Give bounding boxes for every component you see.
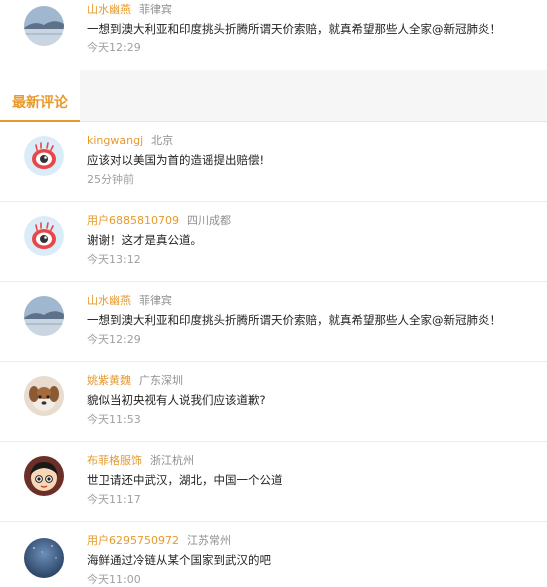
comment-meta: 山水幽燕 菲律宾	[87, 3, 172, 17]
comment-text: 一想到澳大利亚和印度挑头折腾所谓天价索赔，就真希望那些人全家@新冠肺炎！	[87, 313, 501, 327]
location: 广东深圳	[139, 374, 183, 387]
comment-meta: 山水幽燕 菲律宾	[87, 294, 172, 308]
avatar-lake[interactable]	[24, 296, 64, 336]
cartoon-boy-icon	[24, 456, 64, 496]
avatar-cartoon[interactable]	[24, 456, 64, 496]
comment-item: 山水幽燕 菲律宾 一想到澳大利亚和印度挑头折腾所谓天价索赔，就真希望那些人全家@新…	[0, 0, 547, 70]
night-sky-icon	[24, 538, 64, 578]
comment-item: kingwangj 北京 应该对以美国为首的造谣提出赔偿! 25分钟前	[0, 122, 547, 202]
username[interactable]: kingwangj	[87, 134, 143, 147]
comment-item: 姚紫黄魏 广东深圳 貌似当初央视有人说我们应该道歉? 今天11:53	[0, 362, 547, 442]
comment-time: 今天12:29	[87, 41, 141, 54]
username[interactable]: 布菲格服饰	[87, 454, 142, 467]
location: 北京	[151, 134, 174, 147]
username[interactable]: 姚紫黄魏	[87, 374, 131, 387]
location: 菲律宾	[139, 294, 172, 307]
username[interactable]: 用户6295750972	[87, 534, 179, 547]
comment-meta: 布菲格服饰 浙江杭州	[87, 454, 194, 468]
comment-meta: kingwangj 北京	[87, 134, 173, 148]
avatar-puppy[interactable]	[24, 376, 64, 416]
weibo-eye-icon	[24, 216, 64, 256]
avatar-weibo[interactable]	[24, 136, 64, 176]
username[interactable]: 山水幽燕	[87, 3, 131, 16]
lake-landscape-icon	[24, 6, 64, 46]
comment-time: 今天11:17	[87, 493, 141, 506]
avatar-weibo[interactable]	[24, 216, 64, 256]
comment-time: 今天13:12	[87, 253, 141, 266]
avatar-lake[interactable]	[24, 6, 64, 46]
username[interactable]: 山水幽燕	[87, 294, 131, 307]
comment-item: 用户6885810709 四川成都 谢谢！这才是真公道。 今天13:12	[0, 202, 547, 282]
comment-time: 今天12:29	[87, 333, 141, 346]
lake-landscape-icon	[24, 296, 64, 336]
comment-text: 谢谢！这才是真公道。	[87, 233, 202, 247]
comment-item: 布菲格服饰 浙江杭州 世卫请还中武汉，湖北，中国一个公道 今天11:17	[0, 442, 547, 522]
section-title: 最新评论	[0, 70, 80, 122]
comment-text: 应该对以美国为首的造谣提出赔偿!	[87, 153, 265, 167]
comment-text: 海鲜通过冷链从某个国家到武汉的吧	[87, 553, 271, 567]
comment-meta: 用户6295750972 江苏常州	[87, 534, 231, 548]
puppy-icon	[24, 376, 64, 416]
location: 四川成都	[187, 214, 231, 227]
comment-text: 世卫请还中武汉，湖北，中国一个公道	[87, 473, 283, 487]
location: 菲律宾	[139, 3, 172, 16]
weibo-eye-icon	[24, 136, 64, 176]
username[interactable]: 用户6885810709	[87, 214, 179, 227]
comment-time: 今天11:53	[87, 413, 141, 426]
comment-time: 今天11:00	[87, 573, 141, 586]
comment-item: 山水幽燕 菲律宾 一想到澳大利亚和印度挑头折腾所谓天价索赔，就真希望那些人全家@新…	[0, 282, 547, 362]
comment-time: 25分钟前	[87, 173, 134, 186]
section-header: 最新评论	[0, 70, 547, 122]
location: 浙江杭州	[150, 454, 194, 467]
comment-text: 一想到澳大利亚和印度挑头折腾所谓天价索赔，就真希望那些人全家@新冠肺炎！	[87, 22, 501, 36]
comment-text: 貌似当初央视有人说我们应该道歉?	[87, 393, 266, 407]
comment-item: 用户6295750972 江苏常州 海鲜通过冷链从某个国家到武汉的吧 今天11:0…	[0, 522, 547, 586]
location: 江苏常州	[187, 534, 231, 547]
comment-meta: 用户6885810709 四川成都	[87, 214, 231, 228]
avatar-night-sky[interactable]	[24, 538, 64, 578]
comment-meta: 姚紫黄魏 广东深圳	[87, 374, 183, 388]
